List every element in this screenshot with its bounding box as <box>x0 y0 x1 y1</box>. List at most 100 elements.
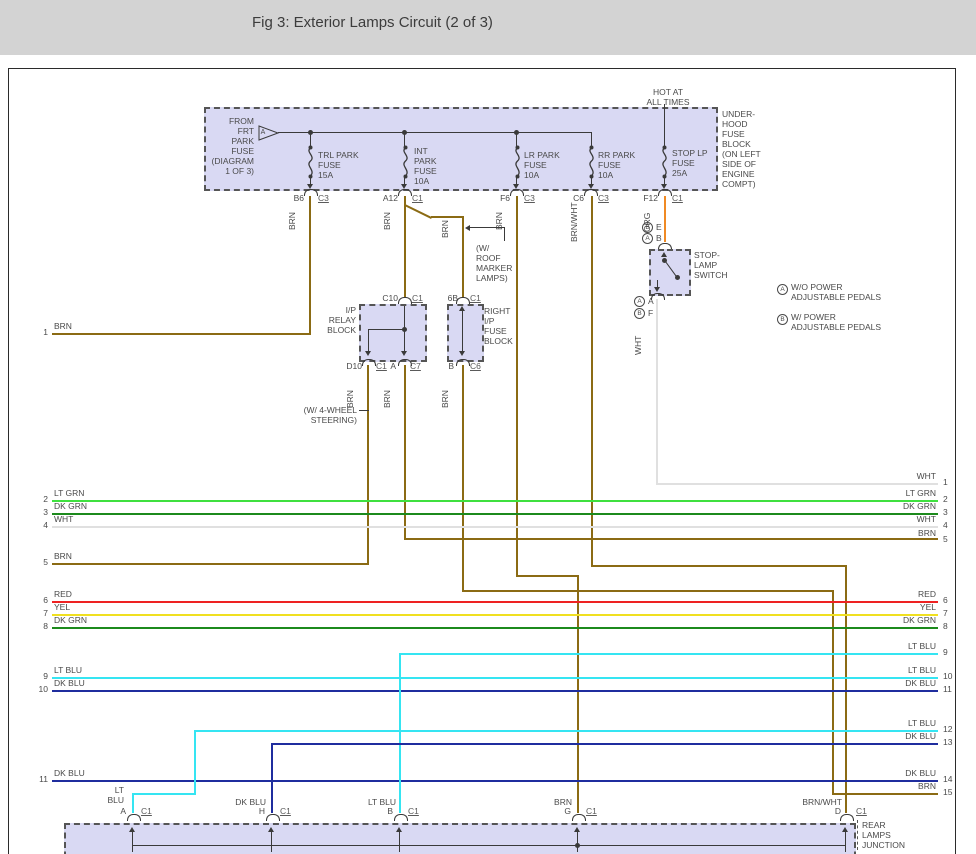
variant-b-icon: B <box>642 222 653 233</box>
fuse-label: LR PARK FUSE 10A <box>524 150 560 180</box>
junction-internal-line <box>399 832 400 852</box>
row-number: 10 <box>943 671 952 681</box>
arrow-left-icon <box>465 225 470 231</box>
row-number: 5 <box>30 557 48 567</box>
row-number: 2 <box>30 494 48 504</box>
connector-icon <box>127 814 141 821</box>
legend-a-text: W/O POWER ADJUSTABLE PEDALS <box>791 282 881 302</box>
row-color-label: LT GRN <box>856 488 936 498</box>
pin-label: C10 <box>374 293 398 303</box>
row-number: 3 <box>30 507 48 517</box>
wire-brn <box>367 365 369 565</box>
junction-dot <box>575 843 580 848</box>
pin-label: F12 <box>634 193 658 203</box>
connector-icon <box>572 814 586 821</box>
wire-brn <box>516 575 579 577</box>
row-number: 10 <box>30 684 48 694</box>
wire-brn <box>52 333 311 335</box>
pin-label: H <box>247 806 265 816</box>
rear-lamps-junction-label: REAR LAMPS JUNCTION <box>857 820 905 850</box>
pointer-line <box>359 410 369 411</box>
wire-brn <box>404 538 938 540</box>
wire-ltblu <box>399 653 401 813</box>
row-color-label: LT BLU <box>856 641 936 651</box>
wire-color-label: BRN <box>382 212 392 230</box>
pin-label: D10 <box>340 361 362 371</box>
wire-ltblu <box>400 653 938 655</box>
fuse-label: STOP LP FUSE 25A <box>672 148 708 178</box>
switch-pin-label: F <box>648 308 653 318</box>
pin-label: D <box>823 806 841 816</box>
row-color-label: YEL <box>856 602 936 612</box>
arrow-up-icon <box>396 827 402 832</box>
switch-pin-label: B <box>656 233 662 243</box>
wire-ltblu <box>132 793 196 795</box>
row-number: 4 <box>30 520 48 530</box>
row-number: 7 <box>30 608 48 618</box>
variant-b-icon: B <box>634 308 645 319</box>
connector-icon <box>304 189 318 196</box>
row-number: 11 <box>30 774 48 784</box>
row-color-label: LT GRN <box>54 488 84 498</box>
wire-brn <box>832 793 938 795</box>
wire-brn <box>577 575 579 813</box>
fuse-icon <box>304 145 317 179</box>
relay-internal-line <box>368 329 405 330</box>
pin-label: B <box>375 806 393 816</box>
hot-at-all-times-label: HOT AT ALL TIMES <box>628 87 708 107</box>
wire-yel <box>52 614 938 616</box>
row-number: 2 <box>943 494 948 504</box>
wire-dkblu <box>272 743 938 745</box>
relay-block-label: I/P RELAY BLOCK <box>306 305 356 335</box>
row-color-label: LT BLU <box>856 665 936 675</box>
row-number: 4 <box>943 520 948 530</box>
arrow-up-icon <box>459 306 465 311</box>
wire-ltblu <box>132 793 134 813</box>
wire-color-label: BRN <box>440 220 450 238</box>
pin-label: B <box>444 361 454 371</box>
wire-color-label: BRN <box>440 390 450 408</box>
row-number: 6 <box>943 595 948 605</box>
row-number: 12 <box>943 724 952 734</box>
connector-icon <box>398 297 412 304</box>
fuse-icon <box>511 145 524 179</box>
wire-ltblu <box>52 677 938 679</box>
row-number: 9 <box>943 647 948 657</box>
wire-brn <box>404 196 406 297</box>
wire-wht <box>656 299 658 483</box>
page-title: Fig 3: Exterior Lamps Circuit (2 of 3) <box>252 14 493 31</box>
row-number: 9 <box>30 671 48 681</box>
stop-lamp-switch-label: STOP- LAMP SWITCH <box>694 250 728 280</box>
row-color-label: YEL <box>54 602 70 612</box>
connector-icon <box>266 814 280 821</box>
row-color-label: BRN <box>54 551 72 561</box>
row-number: 3 <box>943 507 948 517</box>
fuse-icon <box>658 145 671 179</box>
row-number: 13 <box>943 737 952 747</box>
wire-dkblu <box>52 690 938 692</box>
rear-lamps-junction-block <box>64 823 856 854</box>
row-color-label: WHT <box>856 514 936 524</box>
title-bar: Fig 3: Exterior Lamps Circuit (2 of 3) <box>0 0 976 55</box>
row-number: 14 <box>943 774 952 784</box>
from-frt-park-fuse-label: FROM FRT PARK FUSE (DIAGRAM 1 OF 3) <box>204 116 254 176</box>
legend-a-icon: A <box>777 284 788 295</box>
row-color-label: DK GRN <box>856 615 936 625</box>
connector-icon <box>658 189 672 196</box>
wire-brn-wht <box>591 565 847 567</box>
row-color-label: DK BLU <box>856 678 936 688</box>
arrow-up-icon <box>574 827 580 832</box>
connector-icon <box>456 297 470 304</box>
junction-internal-line <box>132 845 846 846</box>
pointer-line <box>470 227 505 228</box>
underhood-fuse-block-label: UNDER- HOOD FUSE BLOCK (ON LEFT SIDE OF … <box>722 109 761 189</box>
row-color-label: BRN <box>856 781 936 791</box>
connector-icon <box>840 814 854 821</box>
wire-brn <box>832 590 834 795</box>
row-number: 1 <box>30 327 48 337</box>
row-number: 6 <box>30 595 48 605</box>
row-color-label: WHT <box>856 471 936 481</box>
right-ip-fuse-block <box>447 304 484 362</box>
variant-a-icon: A <box>634 296 645 307</box>
pin-label: A12 <box>374 193 398 203</box>
